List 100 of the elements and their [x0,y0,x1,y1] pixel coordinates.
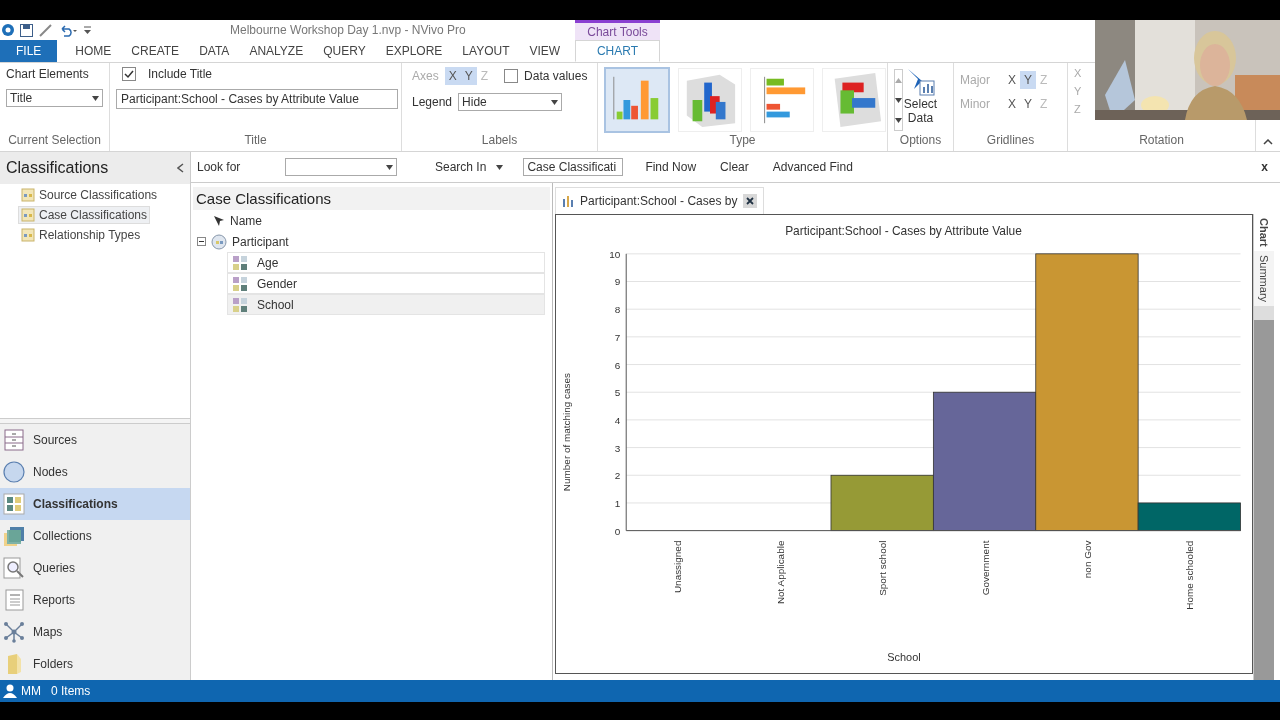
network-icon [3,621,25,643]
legend-dropdown[interactable]: Hide [458,93,563,111]
y-tick-label: 9 [614,276,621,288]
look-for-label: Look for [197,160,242,174]
navigation-button[interactable]: Reports [0,584,190,616]
splitter-handle[interactable] [0,418,190,424]
y-tick-label: 2 [614,470,621,482]
ribbon-tab[interactable]: EXPLORE [375,40,453,62]
group-title: Type [728,133,757,149]
navigation-button[interactable]: Collections [0,520,190,552]
chart-title: Participant:School - Cases by Attribute Value [785,223,1022,238]
y-tick-label: 1 [614,497,621,509]
collapse-icon[interactable] [1263,139,1273,145]
ribbon-tab[interactable]: LAYOUT [452,40,520,62]
globe-icon [211,233,227,250]
ribbon-tab[interactable]: QUERY [313,40,376,62]
grid-icon [232,254,248,271]
grid-icon [3,493,25,515]
chart-element-dropdown[interactable]: Title [6,89,103,107]
checkbox[interactable] [122,67,136,81]
caret-icon [496,164,504,170]
navigation-button[interactable]: Nodes [0,456,190,488]
axis-toggle[interactable]: X [444,67,461,85]
list-title: Case Classifications [193,187,550,210]
search-in-dropdown[interactable]: Search In [423,160,516,174]
ribbon-tab[interactable]: DATA [189,40,240,62]
side-tab[interactable]: Summary [1254,250,1274,306]
x-tick-label: non Gov [1081,540,1093,579]
scrollbar[interactable] [1254,305,1274,680]
navigation-button[interactable]: Classifications [0,488,190,520]
navigation-item[interactable]: Source Classifications [18,186,161,204]
checkbox[interactable] [504,69,519,83]
save-icon[interactable] [20,23,33,37]
document-tab[interactable]: Participant:School - Cases by [555,187,765,214]
major-label: Major [960,73,991,87]
group-title: Title [243,133,268,149]
caret-icon [386,164,393,170]
pencil-icon[interactable] [39,23,52,37]
tree-item[interactable]: Age [227,252,545,273]
y-tick-label: 7 [614,331,621,343]
table-icon [21,188,35,202]
search-icon [3,557,25,579]
clear-button[interactable]: Clear [708,160,761,174]
ribbon-tab[interactable]: ANALYZE [239,40,314,62]
axis-toggle[interactable]: X [1004,95,1020,113]
axis-toggle[interactable]: Y [1020,71,1037,89]
caret-icon [895,97,902,103]
x-tick-label: Not Applicable [774,540,786,605]
stack-icon [3,525,25,547]
contextual-tab-header: Chart Tools [575,20,660,40]
table-icon [21,208,35,222]
ribbon-tab[interactable]: FILE [0,40,58,62]
collapse-icon[interactable] [197,237,206,246]
tree-item[interactable]: School [227,294,545,315]
group-title: Rotation [1138,133,1185,149]
navigation-item[interactable]: Relationship Types [18,226,144,244]
checkbox-label: Data values [524,69,588,83]
caret-icon [895,77,902,83]
close-button[interactable]: x [1249,160,1280,174]
column-header[interactable]: Name [230,213,262,228]
navigation-button[interactable]: Maps [0,616,190,648]
tree-item[interactable]: Gender [227,273,545,294]
customize-icon[interactable] [84,25,91,35]
x-tick-label: Home schooled [1184,540,1196,610]
axis-toggle[interactable]: X [1004,71,1020,89]
collapse-icon[interactable] [177,163,184,173]
navigation-button[interactable]: Sources [0,424,190,456]
caret-icon [895,117,902,123]
select-data-button[interactable]: Select Data [895,67,946,125]
x-axis-title: School [887,651,921,664]
x-tick-label: Government [979,540,991,596]
group-title: Current Selection [7,133,102,149]
caret-icon [92,95,99,101]
navigation-button[interactable]: Queries [0,552,190,584]
axis-toggle[interactable]: Y [1020,95,1037,113]
legend-label: Legend [412,95,453,109]
panel-title: Classifications [6,159,109,177]
x-tick-label: Unassigned [672,540,684,594]
navigation-item[interactable]: Case Classifications [18,206,151,224]
ribbon-tab[interactable]: CHART [575,40,660,62]
navigation-button[interactable]: Folders [0,648,190,680]
y-tick-label: 3 [614,442,621,454]
chart-icon [562,195,574,207]
find-now-button[interactable]: Find Now [633,160,709,174]
tree-item[interactable]: Participant [232,234,289,249]
user-initials: MM [21,684,41,698]
axes-label: Axes [412,69,439,83]
undo-icon[interactable] [58,23,78,37]
y-axis-title: Number of matching cases [561,372,573,492]
document-icon [3,589,25,611]
grid-icon [232,275,248,292]
search-in-field[interactable]: Case Classificati [523,158,624,176]
group-title: Gridlines [985,133,1036,149]
advanced-find-button[interactable]: Advanced Find [760,160,865,174]
title-field[interactable]: Participant:School - Cases by Attribute Value [116,89,398,109]
ribbon-tab[interactable]: CREATE [121,40,190,62]
ribbon-tab[interactable]: VIEW [519,40,571,62]
pin-icon [213,214,225,227]
ribbon-tab[interactable]: HOME [65,40,122,62]
close-button[interactable] [743,194,758,208]
